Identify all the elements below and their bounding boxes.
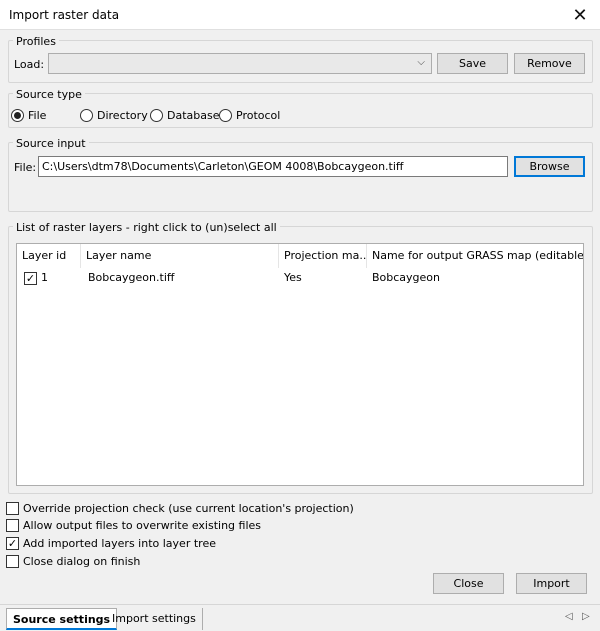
tab-scroll-right-icon[interactable]: ▷ [582, 611, 590, 622]
tab-scroll-left-icon[interactable]: ◁ [565, 611, 573, 622]
radio-protocol[interactable]: Protocol [219, 109, 280, 122]
overwrite-files-box [6, 519, 19, 532]
close-window-icon[interactable]: ✕ [560, 0, 600, 30]
window-title: Import raster data [9, 8, 120, 22]
row-layer-id: 1 [41, 271, 48, 284]
tab-import-settings[interactable]: Import settings [106, 608, 203, 630]
row-id-cell: ✓ 1 [19, 269, 48, 287]
save-button[interactable]: Save [437, 53, 508, 74]
radio-file-indicator [11, 109, 24, 122]
radio-protocol-label: Protocol [236, 109, 281, 122]
radio-protocol-indicator [219, 109, 232, 122]
row-projection: Yes [284, 271, 302, 284]
override-projection-checkbox[interactable]: Override projection check (use current l… [6, 502, 354, 515]
override-projection-label: Override projection check (use current l… [23, 502, 354, 515]
column-header-output-name[interactable]: Name for output GRASS map (editable) [367, 244, 583, 268]
overwrite-files-label: Allow output files to overwrite existing… [23, 519, 262, 532]
row-select-checkbox[interactable]: ✓ [24, 271, 37, 285]
radio-database-indicator [150, 109, 163, 122]
radio-file[interactable]: File [11, 109, 46, 122]
raster-layers-table[interactable]: Layer id Layer name Projection ma... Nam… [16, 243, 584, 486]
override-projection-box [6, 502, 19, 515]
radio-directory-label: Directory [97, 109, 148, 122]
title-bar: Import raster data ✕ [0, 0, 600, 30]
browse-button[interactable]: Browse [514, 156, 585, 177]
load-label: Load: [14, 58, 45, 71]
radio-database[interactable]: Database [150, 109, 220, 122]
source-input-group-label: Source input [13, 137, 89, 150]
radio-directory[interactable]: Directory [80, 109, 148, 122]
raster-layers-group-label: List of raster layers - right click to (… [13, 221, 280, 234]
column-header-layer-id[interactable]: Layer id [17, 244, 81, 268]
overwrite-files-checkbox[interactable]: Allow output files to overwrite existing… [6, 519, 261, 532]
profiles-group-label: Profiles [13, 35, 59, 48]
close-on-finish-label: Close dialog on finish [23, 555, 141, 568]
row-output-name[interactable]: Bobcaygeon [367, 269, 440, 287]
radio-directory-indicator [80, 109, 93, 122]
file-label: File: [14, 161, 37, 174]
add-to-layer-tree-label: Add imported layers into layer tree [23, 537, 216, 550]
load-profile-combo[interactable]: ⌵ [48, 53, 432, 74]
file-path-input[interactable]: C:\Users\dtm78\Documents\Carleton\GEOM 4… [38, 156, 508, 177]
remove-button[interactable]: Remove [514, 53, 585, 74]
add-to-layer-tree-box: ✓ [6, 537, 19, 550]
column-header-layer-name[interactable]: Layer name [81, 244, 279, 268]
close-button[interactable]: Close [433, 573, 504, 594]
close-on-finish-checkbox[interactable]: Close dialog on finish [6, 555, 140, 568]
source-type-group-label: Source type [13, 88, 85, 101]
radio-file-label: File [28, 109, 47, 122]
add-to-layer-tree-checkbox[interactable]: ✓ Add imported layers into layer tree [6, 537, 216, 550]
row-layer-name: Bobcaygeon.tiff [88, 271, 175, 284]
chevron-down-icon: ⌵ [417, 57, 425, 68]
settings-tab-bar: Source settings Import settings ◁ ▷ [0, 604, 600, 631]
tab-source-settings[interactable]: Source settings [6, 608, 118, 630]
close-on-finish-box [6, 555, 19, 568]
column-header-projection[interactable]: Projection ma... [279, 244, 367, 268]
radio-database-label: Database [167, 109, 220, 122]
source-input-group [8, 142, 593, 212]
import-button[interactable]: Import [516, 573, 587, 594]
